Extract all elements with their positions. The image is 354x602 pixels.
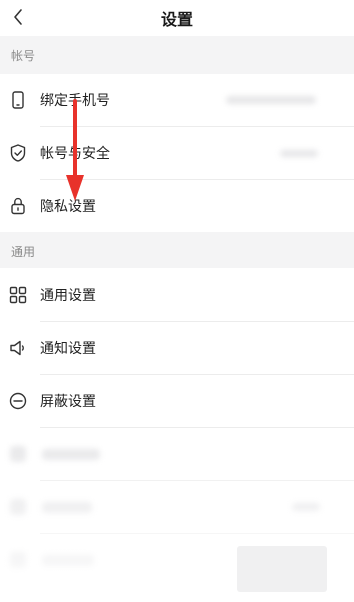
- notification-settings-item[interactable]: 通知设置: [0, 322, 354, 374]
- block-settings-label: 屏蔽设置: [40, 394, 96, 410]
- arrow-head: [66, 175, 84, 201]
- red-arrow-annotation: [66, 99, 84, 201]
- section-label-account: 帐号: [11, 49, 36, 63]
- block-icon: [8, 391, 28, 411]
- shield-icon: [8, 143, 28, 163]
- account-group: 绑定手机号 帐号与安全 隐私设置: [0, 74, 354, 232]
- privacy-settings-item[interactable]: 隐私设置: [0, 180, 354, 232]
- bind-phone-item[interactable]: 绑定手机号: [0, 74, 354, 126]
- lock-icon: [8, 196, 28, 216]
- blurred-value: [280, 150, 318, 157]
- floating-card: [237, 546, 327, 592]
- blurred-value: [226, 96, 316, 104]
- top-bar: 设置: [0, 0, 354, 36]
- phone-icon: [8, 90, 28, 110]
- section-label-general: 通用: [11, 245, 36, 259]
- general-settings-label: 通用设置: [40, 288, 96, 304]
- grid-icon: [8, 285, 28, 305]
- general-settings-item[interactable]: 通用设置: [0, 269, 354, 321]
- notification-settings-label: 通知设置: [40, 341, 96, 357]
- account-security-item[interactable]: 帐号与安全: [0, 127, 354, 179]
- page-title: 设置: [160, 10, 193, 29]
- block-settings-item[interactable]: 屏蔽设置: [0, 375, 354, 427]
- speaker-icon: [8, 338, 28, 358]
